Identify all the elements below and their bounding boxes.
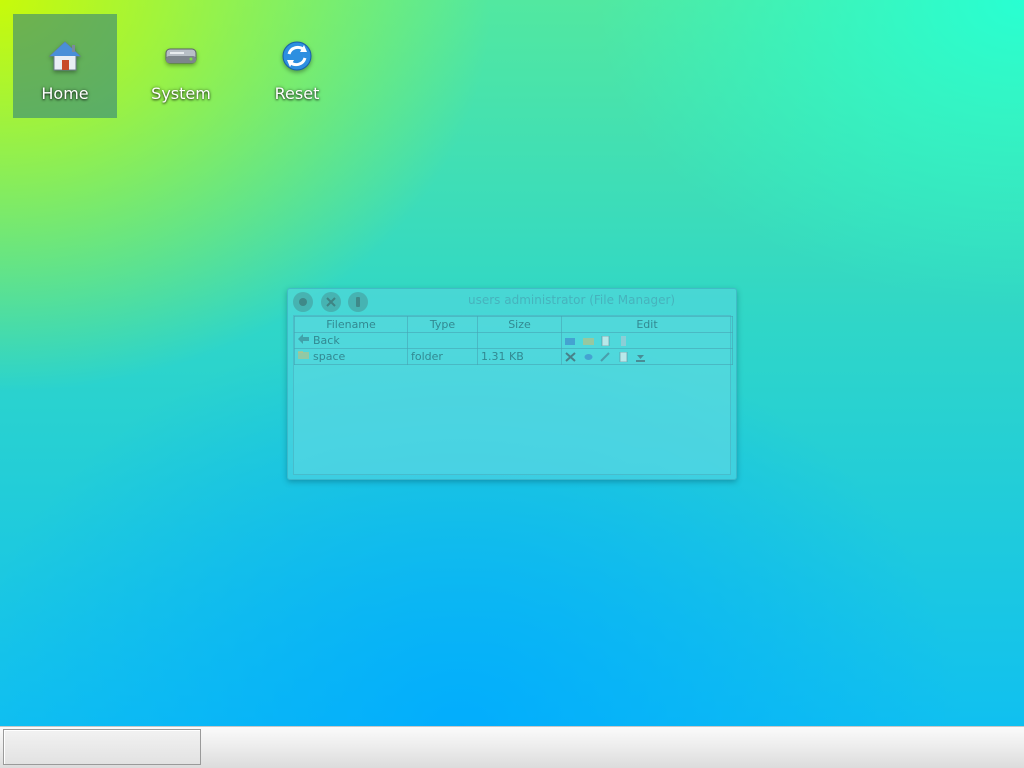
file-manager-window: users administrator (File Manager) Filen… xyxy=(287,288,737,480)
minimize-icon xyxy=(356,297,360,307)
desktop-icon-home[interactable]: Home xyxy=(13,14,117,118)
table-row[interactable]: space folder 1.31 KB xyxy=(294,348,733,365)
column-header-filename[interactable]: Filename xyxy=(294,316,408,333)
column-header-edit[interactable]: Edit xyxy=(561,316,733,333)
table-header-row: Filename Type Size Edit xyxy=(294,316,733,333)
size-cell: 1.31 KB xyxy=(477,348,562,365)
size-cell xyxy=(477,332,562,349)
close-icon xyxy=(299,298,307,306)
desktop-icon-label: Reset xyxy=(274,84,320,103)
drive-icon xyxy=(163,38,199,74)
filename-cell[interactable]: space xyxy=(294,348,408,365)
taskbar-button[interactable] xyxy=(3,729,201,765)
filename-text: Back xyxy=(313,333,340,347)
desktop: Home System Reset users administrator (F… xyxy=(0,0,1024,726)
maximize-button[interactable] xyxy=(321,292,341,312)
edit-cell xyxy=(561,332,733,349)
edit-cell xyxy=(561,348,733,365)
column-header-type[interactable]: Type xyxy=(407,316,478,333)
download-icon[interactable] xyxy=(635,352,646,362)
upload-icon[interactable] xyxy=(618,336,629,346)
type-cell xyxy=(407,332,478,349)
filename-text: space xyxy=(313,349,346,363)
minimize-button[interactable] xyxy=(348,292,368,312)
new-folder-icon[interactable] xyxy=(565,336,576,346)
pen-icon[interactable] xyxy=(600,352,611,362)
home-icon xyxy=(47,38,83,74)
copy-icon[interactable] xyxy=(618,351,629,363)
type-cell: folder xyxy=(407,348,478,365)
folder-icon[interactable] xyxy=(582,336,594,346)
desktop-icon-reset[interactable]: Reset xyxy=(245,14,349,118)
close-button[interactable] xyxy=(293,292,313,312)
desktop-icon-label: Home xyxy=(41,84,89,103)
taskbar xyxy=(0,726,1024,768)
window-title: users administrator (File Manager) xyxy=(468,293,676,307)
file-list: Filename Type Size Edit Back space folde… xyxy=(293,315,733,475)
filename-cell[interactable]: Back xyxy=(294,332,408,349)
table-row[interactable]: Back xyxy=(294,332,733,349)
desktop-icon-system[interactable]: System xyxy=(129,14,233,118)
back-arrow-icon xyxy=(298,334,309,347)
window-titlebar[interactable]: users administrator (File Manager) xyxy=(288,289,736,315)
file-table: Filename Type Size Edit Back space folde… xyxy=(294,316,733,365)
maximize-icon xyxy=(326,297,336,307)
refresh-icon xyxy=(279,38,315,74)
new-file-icon[interactable] xyxy=(600,335,611,347)
rename-icon[interactable] xyxy=(583,352,594,362)
delete-icon[interactable] xyxy=(565,352,576,362)
desktop-icon-label: System xyxy=(151,84,211,103)
column-header-size[interactable]: Size xyxy=(477,316,562,333)
folder-icon xyxy=(298,350,309,363)
